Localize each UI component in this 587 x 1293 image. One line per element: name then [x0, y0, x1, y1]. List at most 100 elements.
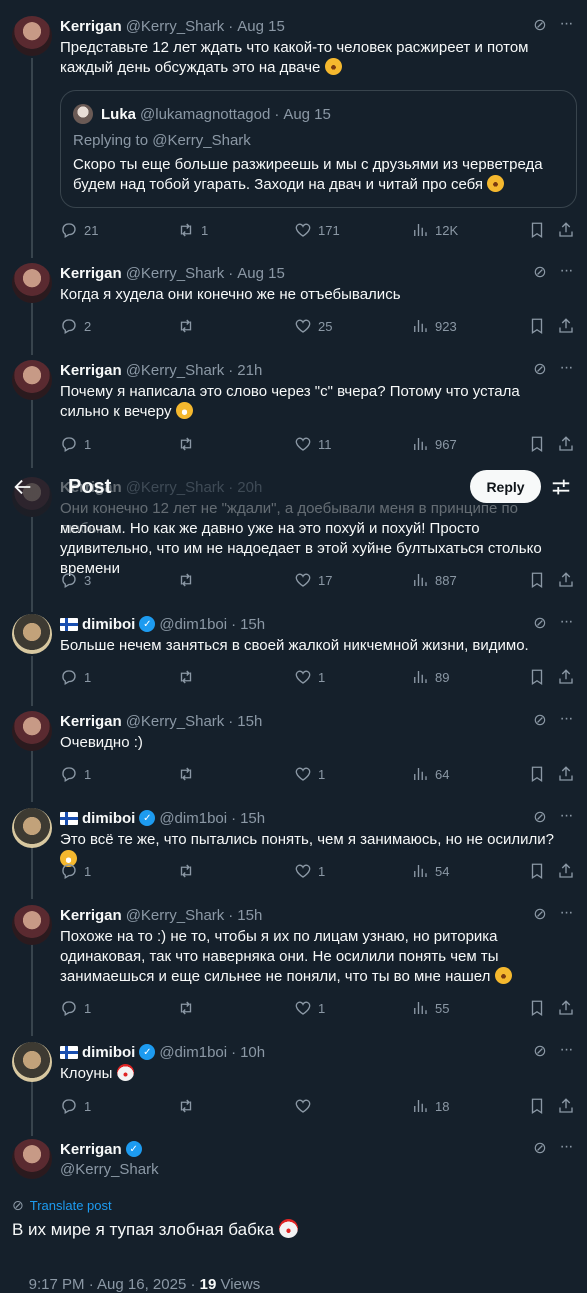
- author-handle[interactable]: @Kerry_Shark: [126, 907, 225, 924]
- timestamp[interactable]: 10h: [240, 1044, 265, 1061]
- reply-button[interactable]: 1: [60, 999, 91, 1017]
- share-button[interactable]: [557, 435, 575, 453]
- author-handle[interactable]: @dim1boi: [159, 1044, 227, 1061]
- views-button[interactable]: 64: [411, 765, 449, 783]
- author-handle[interactable]: @Kerry_Shark: [60, 1161, 159, 1178]
- timestamp[interactable]: Aug 15: [237, 18, 285, 35]
- bookmark-button[interactable]: [528, 1097, 546, 1115]
- share-button[interactable]: [557, 765, 575, 783]
- like-button[interactable]: 1: [294, 862, 325, 880]
- reply-button[interactable]: 1: [60, 1097, 91, 1115]
- like-button[interactable]: 171: [294, 221, 340, 239]
- author-name[interactable]: Kerrigan: [60, 713, 122, 730]
- like-button[interactable]: 11: [294, 435, 332, 453]
- timestamp[interactable]: 15h: [237, 907, 262, 924]
- repost-button[interactable]: [177, 765, 201, 783]
- views-button[interactable]: 89: [411, 668, 449, 686]
- avatar[interactable]: [12, 1042, 52, 1082]
- grok-icon[interactable]: ⊘: [531, 17, 549, 35]
- reply-button[interactable]: 3: [60, 571, 91, 589]
- repost-button[interactable]: [177, 668, 201, 686]
- views-button[interactable]: 12K: [411, 221, 458, 239]
- share-button[interactable]: [557, 1097, 575, 1115]
- grok-icon[interactable]: ⊘: [531, 615, 549, 633]
- more-icon[interactable]: ···: [557, 360, 575, 379]
- like-button[interactable]: 17: [294, 571, 332, 589]
- reply-button[interactable]: 1: [60, 862, 91, 880]
- grok-icon[interactable]: ⊘: [531, 1140, 549, 1158]
- share-button[interactable]: [557, 999, 575, 1017]
- like-button[interactable]: [294, 1097, 318, 1115]
- more-icon[interactable]: ···: [557, 1139, 575, 1158]
- post-timestamp[interactable]: 9:17 PM · Aug 16, 2025 ·: [29, 1276, 200, 1293]
- repost-button[interactable]: [177, 571, 201, 589]
- repost-button[interactable]: 1: [177, 221, 208, 239]
- views-button[interactable]: 967: [411, 435, 457, 453]
- bookmark-button[interactable]: [528, 862, 546, 880]
- reply-button-header[interactable]: Reply: [470, 470, 541, 503]
- timestamp[interactable]: 15h: [240, 616, 265, 633]
- settings-sliders-icon[interactable]: [550, 476, 572, 498]
- bookmark-button[interactable]: [528, 221, 546, 239]
- avatar[interactable]: [12, 711, 52, 751]
- avatar[interactable]: [12, 263, 52, 303]
- author-handle[interactable]: @dim1boi: [159, 616, 227, 633]
- reply-button[interactable]: 21: [60, 221, 98, 239]
- views-button[interactable]: 887: [411, 571, 457, 589]
- author-name[interactable]: Kerrigan: [60, 362, 122, 379]
- timestamp[interactable]: 15h: [240, 810, 265, 827]
- more-icon[interactable]: ···: [557, 808, 575, 827]
- author-handle[interactable]: @Kerry_Shark: [126, 713, 225, 730]
- views-button[interactable]: 18: [411, 1097, 449, 1115]
- timestamp[interactable]: 15h: [237, 713, 262, 730]
- like-button[interactable]: 1: [294, 765, 325, 783]
- reply-button[interactable]: 1: [60, 765, 91, 783]
- avatar[interactable]: [12, 905, 52, 945]
- author-name[interactable]: dimiboi: [82, 1044, 135, 1061]
- author-handle[interactable]: @dim1boi: [159, 810, 227, 827]
- author-handle[interactable]: @Kerry_Shark: [126, 18, 225, 35]
- avatar[interactable]: [12, 808, 52, 848]
- share-button[interactable]: [557, 668, 575, 686]
- author-handle[interactable]: @Kerry_Shark: [126, 362, 225, 379]
- repost-button[interactable]: [177, 435, 201, 453]
- grok-icon[interactable]: ⊘: [531, 906, 549, 924]
- repost-button[interactable]: [177, 317, 201, 335]
- avatar[interactable]: [12, 16, 52, 56]
- avatar[interactable]: [12, 614, 52, 654]
- avatar[interactable]: [12, 1139, 52, 1179]
- back-arrow-icon[interactable]: [12, 476, 34, 498]
- grok-icon[interactable]: ⊘: [531, 361, 549, 379]
- share-button[interactable]: [557, 862, 575, 880]
- bookmark-button[interactable]: [528, 668, 546, 686]
- translate-post-link[interactable]: ⊘ Translate post: [12, 1197, 112, 1214]
- reply-button[interactable]: 2: [60, 317, 91, 335]
- repost-button[interactable]: [177, 862, 201, 880]
- avatar[interactable]: [12, 360, 52, 400]
- bookmark-button[interactable]: [528, 571, 546, 589]
- author-name[interactable]: Kerrigan: [60, 265, 122, 282]
- share-button[interactable]: [557, 221, 575, 239]
- grok-icon[interactable]: ⊘: [531, 1043, 549, 1061]
- like-button[interactable]: 1: [294, 999, 325, 1017]
- grok-icon[interactable]: ⊘: [531, 264, 549, 282]
- bookmark-button[interactable]: [528, 435, 546, 453]
- reply-button[interactable]: 1: [60, 435, 91, 453]
- share-button[interactable]: [557, 317, 575, 335]
- like-button[interactable]: 1: [294, 668, 325, 686]
- bookmark-button[interactable]: [528, 317, 546, 335]
- grok-icon[interactable]: ⊘: [531, 712, 549, 730]
- views-button[interactable]: 55: [411, 999, 449, 1017]
- views-button[interactable]: 923: [411, 317, 457, 335]
- author-name[interactable]: dimiboi: [82, 616, 135, 633]
- share-button[interactable]: [557, 571, 575, 589]
- author-name[interactable]: Kerrigan: [60, 18, 122, 35]
- author-name[interactable]: Kerrigan: [60, 1141, 122, 1158]
- quoted-tweet[interactable]: Luka @lukamagnottagod · Aug 15 Replying …: [60, 90, 577, 208]
- more-icon[interactable]: ···: [557, 711, 575, 730]
- more-icon[interactable]: ···: [557, 1042, 575, 1061]
- more-icon[interactable]: ···: [557, 263, 575, 282]
- timestamp[interactable]: Aug 15: [237, 265, 285, 282]
- repost-button[interactable]: [177, 1097, 201, 1115]
- timestamp[interactable]: 21h: [237, 362, 262, 379]
